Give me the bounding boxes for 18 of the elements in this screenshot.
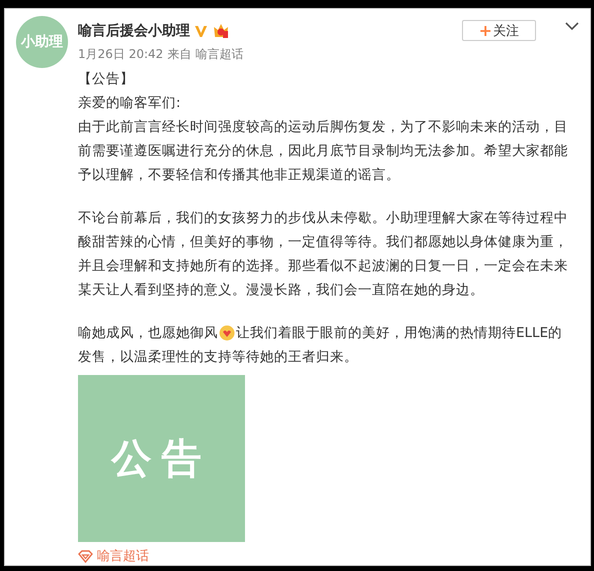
post-paragraph: 不论台前幕后，我们的女孩努力的步伐从未停歇。小助理理解大家在等待过程中酸甜苦辣的心情，但美好的事物，一定值得等待。我们都愿她以身体健康为重，并且会理解和支持她所有的选择。那些看似不起波澜的日复一日，一定会在未来某天让人看到坚持的意义。漫漫长路，我们会一直陪在她的身边。 [78, 209, 569, 300]
crown-icon [212, 23, 230, 39]
post-heading: 【公告】 [78, 70, 135, 89]
emoji-icon [219, 325, 235, 341]
post-time: 1月26日 20:42 [78, 46, 164, 63]
post-text: 发售，以温柔理性的支持等待她的王者归来。 [78, 348, 359, 367]
source-link[interactable]: 喻言超话 [195, 46, 244, 63]
author-name[interactable]: 喻言后援会小助理 [78, 22, 190, 40]
chevron-down-icon[interactable] [565, 22, 579, 31]
post-text: 喻她成风，也愿她御风 [78, 324, 218, 343]
source-label: 来自 [167, 46, 192, 63]
post-text: 让我们着眼于眼前的美好，用饱满的热情期待ELLE的 [236, 324, 562, 343]
post-paragraph: 由于此前言言经长时间强度较高的运动后脚伤复发，为了不影响未来的活动，目前需要谨遵医嘱进行充分的休息，因此月底节目录制均无法参加。希望大家都能予以理解，不要轻信和传播其他非正规渠道的谣言。 [78, 118, 569, 185]
follow-button[interactable]: +关注 [462, 20, 536, 41]
image-text: 公告 [112, 435, 212, 484]
greeting-text: 亲爱的喻客军们: [78, 94, 182, 113]
topic-tag[interactable]: 喻言超话 [78, 547, 149, 565]
diamond-icon [78, 550, 93, 562]
